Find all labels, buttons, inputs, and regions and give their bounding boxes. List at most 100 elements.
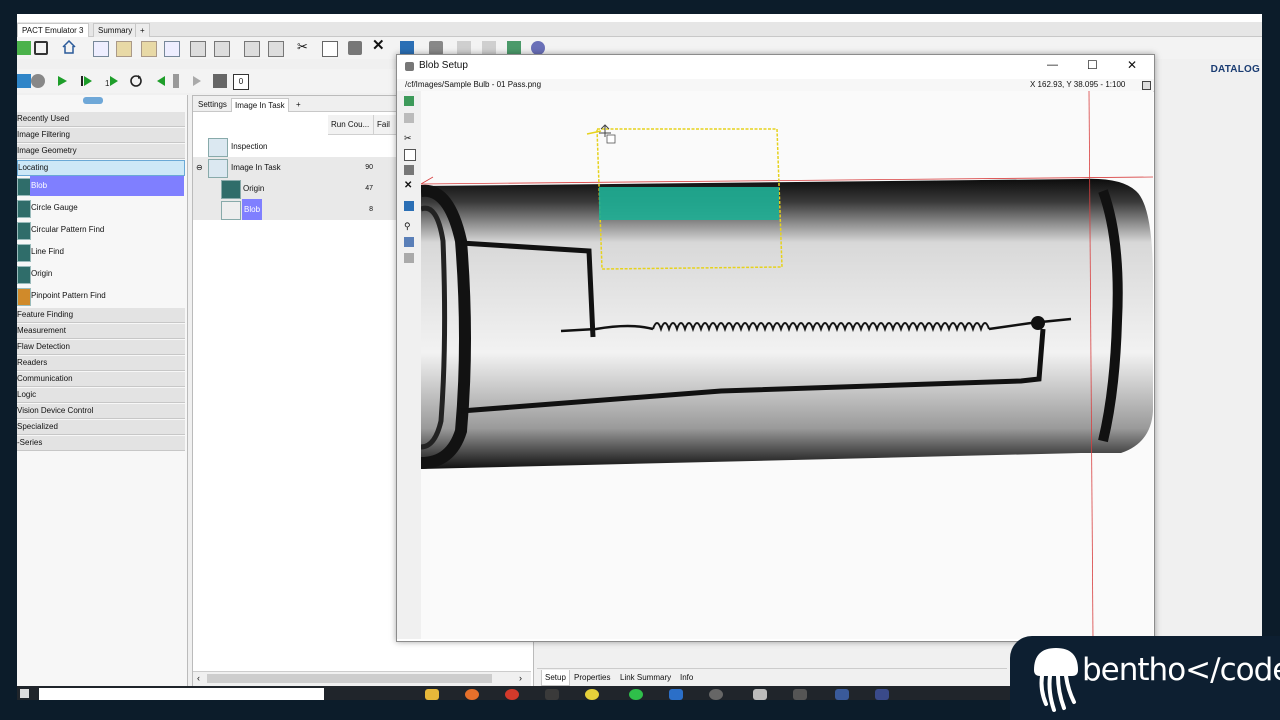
mode-icon[interactable] (17, 74, 31, 88)
paste-icon[interactable] (348, 41, 362, 55)
play-step-icon[interactable] (80, 74, 94, 88)
tool-label: Pinpoint Pattern Find (31, 291, 106, 300)
tool-circular-pattern-find[interactable]: Circular Pattern Find (17, 220, 185, 240)
column-run-count[interactable]: Run Cou... (328, 115, 374, 134)
app-icon[interactable] (753, 689, 767, 700)
settings-icon[interactable] (31, 74, 45, 88)
horizontal-scrollbar[interactable]: ‹ › (193, 671, 531, 686)
explorer-icon[interactable] (425, 689, 439, 700)
upload-icon[interactable] (244, 41, 260, 57)
tool-b-icon[interactable] (482, 41, 496, 55)
doc-tab-emulator[interactable]: PACT Emulator 3 (17, 23, 89, 37)
category-feature-finding[interactable]: Feature Finding (17, 308, 185, 323)
column-fail[interactable]: Fail (374, 115, 397, 134)
cut-icon[interactable]: ✂ (404, 133, 414, 143)
collapse-icon[interactable]: ⊖ (196, 163, 203, 172)
taskbar-search[interactable] (39, 688, 324, 700)
play-once-icon[interactable]: 1 (105, 74, 119, 88)
browser-icon[interactable] (465, 689, 479, 700)
category-image-geometry[interactable]: Image Geometry (17, 144, 185, 159)
cut-icon[interactable]: ✂ (297, 40, 311, 54)
app-icon[interactable] (505, 689, 519, 700)
tool-line-find[interactable]: Line Find (17, 242, 185, 262)
tool-c-icon[interactable] (507, 41, 521, 55)
image-icon[interactable] (404, 237, 414, 247)
scroll-right-icon[interactable]: › (519, 673, 522, 683)
filmstrip-icon[interactable] (173, 74, 179, 88)
panel-pin-icon[interactable] (83, 97, 103, 104)
app-icon[interactable] (875, 689, 889, 700)
tool-blob[interactable]: Blob (17, 176, 185, 196)
category-specialized[interactable]: Specialized (17, 420, 185, 435)
minimize-button[interactable]: — (1047, 59, 1058, 71)
download-icon[interactable] (268, 41, 284, 57)
start-icon[interactable] (20, 689, 29, 698)
folder-icon[interactable] (141, 41, 157, 57)
delete-icon[interactable]: ✕ (404, 181, 414, 191)
display-icon[interactable] (404, 201, 414, 211)
tab-image-in-task[interactable]: Image In Task (231, 98, 289, 112)
app-icon[interactable] (835, 689, 849, 700)
tab-setup[interactable]: Setup (541, 670, 570, 686)
app-icon[interactable] (709, 689, 723, 700)
tool-a-icon[interactable] (457, 41, 471, 55)
category-flaw-detection[interactable]: Flaw Detection (17, 340, 185, 355)
save-icon[interactable] (190, 41, 206, 57)
grid-icon[interactable] (404, 113, 414, 123)
zoom-icon[interactable]: ⚲ (404, 221, 414, 231)
loop-icon[interactable] (129, 74, 143, 88)
doc-tab-summary[interactable]: Summary (93, 23, 138, 37)
tool-pinpoint-pattern-find[interactable]: Pinpoint Pattern Find (17, 286, 185, 306)
copy-icon[interactable] (404, 149, 416, 161)
globe-icon[interactable] (531, 41, 545, 55)
category-series[interactable]: -Series (17, 436, 185, 451)
home-icon[interactable] (62, 40, 76, 54)
category-locating[interactable]: Locating (17, 160, 185, 176)
scroll-thumb[interactable] (207, 674, 492, 683)
close-button[interactable]: ✕ (1127, 58, 1137, 72)
copy-project-icon[interactable] (164, 41, 180, 57)
play-icon[interactable] (55, 74, 69, 88)
prev-icon[interactable] (154, 74, 168, 88)
dialog-app-icon (405, 62, 414, 71)
category-recently-used[interactable]: Recently Used (17, 112, 185, 127)
app-icon[interactable] (629, 689, 643, 700)
category-measurement[interactable]: Measurement (17, 324, 185, 339)
tab-settings[interactable]: Settings (195, 98, 230, 111)
image-icon[interactable] (213, 74, 227, 88)
image-canvas[interactable] (421, 91, 1153, 639)
next-icon[interactable] (190, 74, 204, 88)
delete-icon[interactable]: ✕ (372, 38, 386, 53)
tab-info[interactable]: Info (677, 670, 696, 685)
app-icon[interactable] (585, 689, 599, 700)
roi-tool-icon[interactable] (404, 96, 414, 106)
app-icon[interactable] (669, 689, 683, 700)
tool-circle-gauge[interactable]: Circle Gauge (17, 198, 185, 218)
layers-icon[interactable] (404, 253, 414, 263)
doc-tab-add[interactable]: + (135, 23, 150, 37)
save-all-icon[interactable] (214, 41, 230, 57)
paste-icon[interactable] (404, 165, 414, 175)
tab-link-summary[interactable]: Link Summary (617, 670, 674, 685)
tool-origin[interactable]: Origin (17, 264, 185, 284)
category-vision-device-control[interactable]: Vision Device Control (17, 404, 185, 419)
counter-icon[interactable]: 0 (233, 74, 249, 90)
run-icon[interactable] (17, 41, 31, 55)
copy-icon[interactable] (322, 41, 338, 57)
camera-icon[interactable] (34, 41, 48, 55)
category-readers[interactable]: Readers (17, 356, 185, 371)
new-icon[interactable] (93, 41, 109, 57)
tab-add[interactable]: + (293, 98, 304, 111)
monitor-icon[interactable] (400, 41, 414, 55)
scroll-left-icon[interactable]: ‹ (197, 673, 200, 683)
category-logic[interactable]: Logic (17, 388, 185, 403)
category-image-filtering[interactable]: Image Filtering (17, 128, 185, 143)
print-icon[interactable] (429, 41, 443, 55)
category-communication[interactable]: Communication (17, 372, 185, 387)
open-icon[interactable] (116, 41, 132, 57)
zoom-fit-icon[interactable] (1142, 81, 1151, 90)
tab-properties[interactable]: Properties (571, 670, 613, 685)
maximize-button[interactable]: ☐ (1087, 58, 1098, 72)
app-icon[interactable] (793, 689, 807, 700)
app-icon[interactable] (545, 689, 559, 700)
